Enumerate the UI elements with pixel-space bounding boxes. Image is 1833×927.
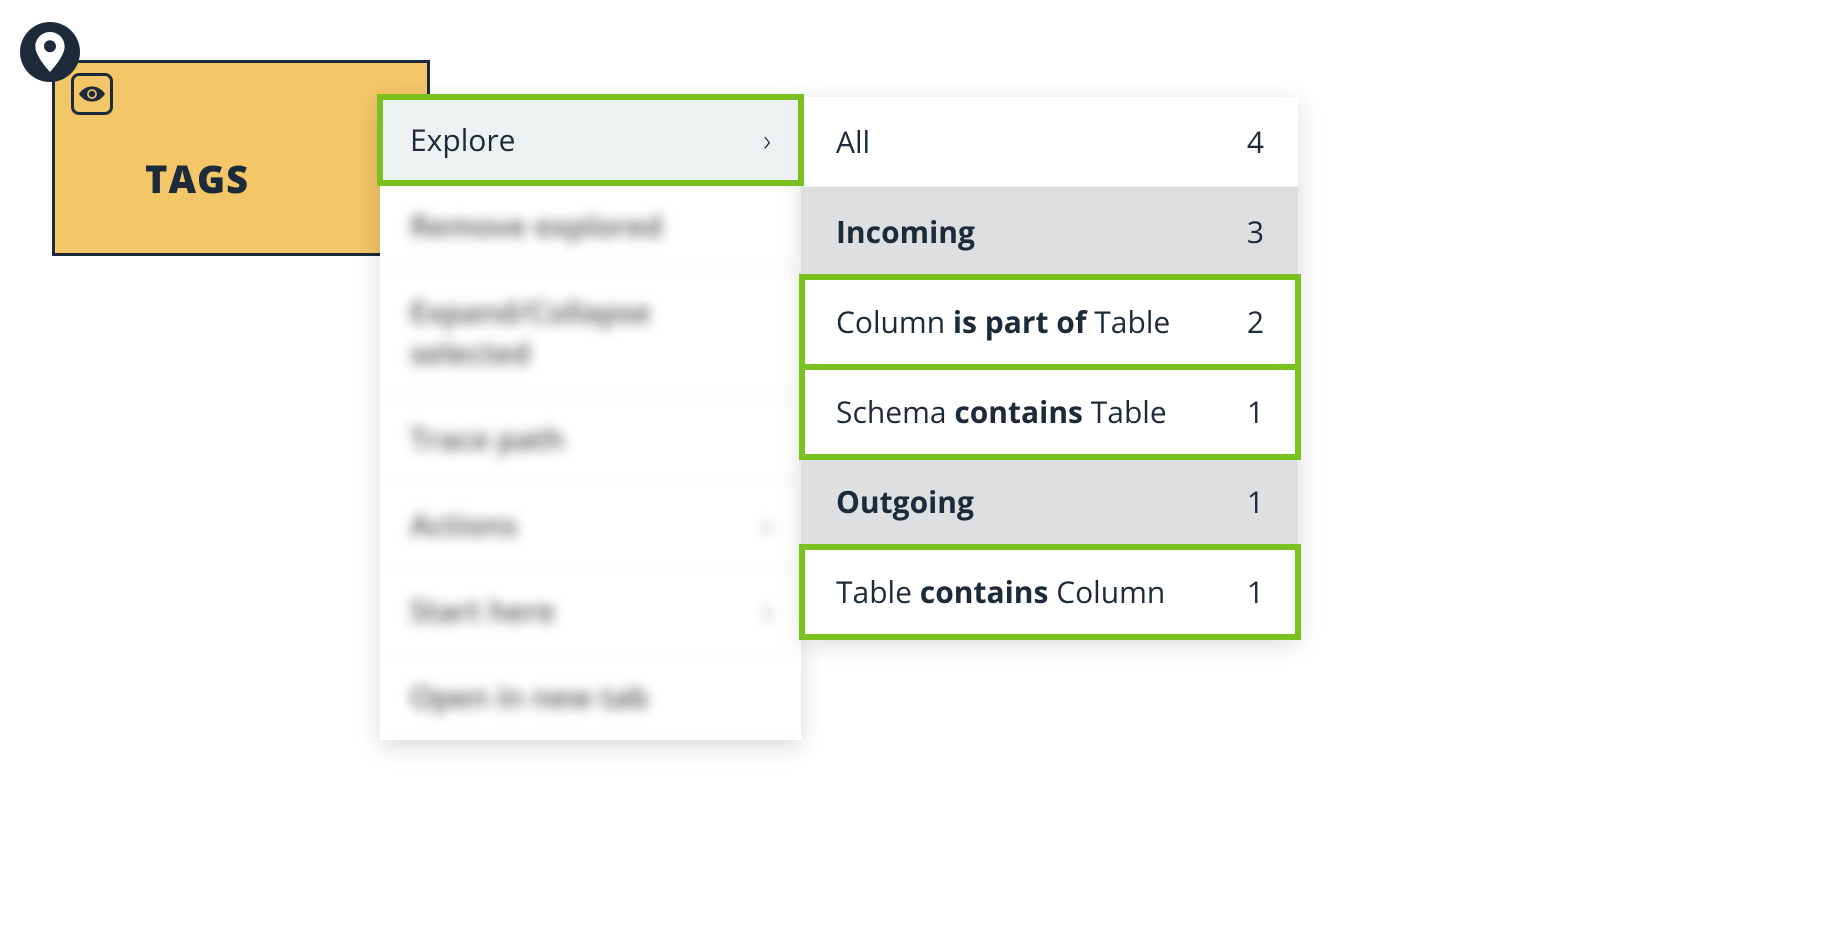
menu-item-expand-collapse[interactable]: Expand/Collapse selected — [380, 269, 801, 396]
graph-canvas[interactable]: TAGS Explore › Remove explored Expand/Co… — [0, 0, 1833, 927]
menu-item-open-new-tab[interactable]: Open in new tab — [380, 654, 801, 740]
chevron-right-icon: › — [763, 504, 771, 545]
node-title: TAGS — [145, 153, 249, 205]
menu-item-label: Remove explored — [410, 205, 663, 246]
submenu-item-label: Table contains Column — [836, 571, 1165, 612]
submenu-item-all[interactable]: All 4 — [802, 97, 1298, 187]
menu-item-label: Actions — [410, 504, 517, 545]
menu-item-label: Open in new tab — [410, 676, 648, 717]
submenu-item-schema-contains-table[interactable]: Schema contains Table 1 — [802, 367, 1298, 457]
menu-item-remove-explored[interactable]: Remove explored — [380, 183, 801, 269]
menu-item-label: Trace path — [410, 418, 564, 459]
submenu-section-incoming[interactable]: Incoming 3 — [802, 187, 1298, 277]
node-tags[interactable]: TAGS — [52, 60, 430, 256]
submenu-item-count: 4 — [1247, 121, 1264, 162]
submenu-item-label: Outgoing — [836, 481, 974, 522]
submenu-item-label: Schema contains Table — [836, 391, 1167, 432]
submenu-item-table-contains-column[interactable]: Table contains Column 1 — [802, 547, 1298, 637]
pin-icon — [20, 22, 80, 82]
submenu-item-count: 2 — [1247, 301, 1264, 342]
menu-item-start-here[interactable]: Start here › — [380, 568, 801, 654]
chevron-right-icon: › — [763, 590, 771, 631]
menu-item-trace-path[interactable]: Trace path — [380, 396, 801, 482]
menu-item-explore[interactable]: Explore › — [380, 97, 801, 183]
submenu-item-count: 1 — [1247, 481, 1264, 522]
submenu-item-label: Column is part of Table — [836, 301, 1170, 342]
submenu-item-label: Incoming — [836, 211, 975, 252]
submenu-item-count: 3 — [1247, 211, 1264, 252]
context-menu: Explore › Remove explored Expand/Collaps… — [380, 97, 801, 740]
explore-submenu: All 4 Incoming 3 Column is part of Table… — [802, 97, 1298, 637]
chevron-right-icon: › — [763, 119, 771, 160]
submenu-section-outgoing[interactable]: Outgoing 1 — [802, 457, 1298, 547]
submenu-item-label: All — [836, 121, 870, 162]
submenu-item-count: 1 — [1247, 391, 1264, 432]
submenu-item-column-part-of-table[interactable]: Column is part of Table 2 — [802, 277, 1298, 367]
menu-item-actions[interactable]: Actions › — [380, 482, 801, 568]
eye-icon — [71, 73, 113, 115]
menu-item-label: Start here — [410, 590, 555, 631]
submenu-item-count: 1 — [1247, 571, 1264, 612]
menu-item-label: Explore — [410, 119, 515, 160]
menu-item-label: Expand/Collapse selected — [410, 291, 771, 373]
